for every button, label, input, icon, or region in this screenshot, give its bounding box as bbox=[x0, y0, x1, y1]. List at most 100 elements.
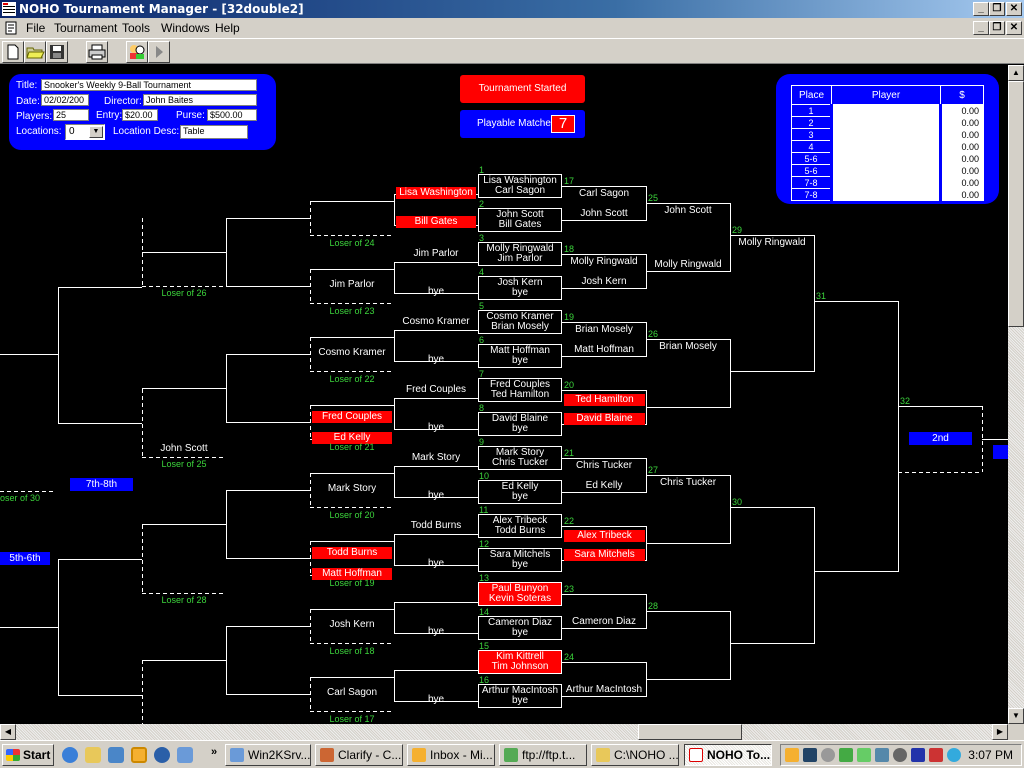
player-name[interactable]: Arthur MacIntosh bbox=[562, 684, 646, 695]
outlook-icon[interactable] bbox=[131, 747, 147, 763]
player-cell[interactable] bbox=[830, 104, 942, 117]
match-box[interactable]: Molly Ringwald Jim Parlor bbox=[478, 242, 562, 266]
player-name[interactable]: bye bbox=[479, 288, 561, 298]
print-button[interactable] bbox=[86, 41, 108, 63]
player-name[interactable]: Ted Hamilton bbox=[479, 390, 561, 400]
menu-windows[interactable]: Windows bbox=[161, 21, 210, 35]
player-name[interactable]: Brian Mosely bbox=[646, 341, 730, 352]
player-name[interactable]: bye bbox=[394, 626, 478, 637]
player-name[interactable]: Josh Kern bbox=[562, 276, 646, 287]
tray-user-icon[interactable] bbox=[821, 748, 835, 762]
tournament-started-button[interactable]: Tournament Started bbox=[460, 75, 585, 103]
amount-cell[interactable]: 0.00 bbox=[939, 176, 984, 189]
menu-file[interactable]: File bbox=[26, 21, 45, 35]
player-name[interactable]: John Scott bbox=[562, 208, 646, 219]
match-player-bar[interactable]: Todd Burns bbox=[312, 547, 392, 559]
player-cell[interactable] bbox=[830, 140, 942, 153]
menu-tools[interactable]: Tools bbox=[122, 21, 150, 35]
player-cell[interactable] bbox=[830, 128, 942, 141]
player-name[interactable]: Brian Mosely bbox=[562, 324, 646, 335]
task-win2ksrv[interactable]: Win2KSrv... bbox=[225, 744, 311, 766]
menu-tournament[interactable]: Tournament bbox=[54, 21, 117, 35]
task-clarify[interactable]: Clarify - C... bbox=[315, 744, 403, 766]
player-name[interactable]: Mark Story bbox=[394, 452, 478, 463]
restore-button[interactable]: ❐ bbox=[989, 2, 1005, 16]
player-name[interactable]: Ed Kelly bbox=[562, 480, 646, 491]
match-box[interactable]: Lisa Washington Carl Sagon bbox=[478, 174, 562, 198]
player-name[interactable]: Kevin Soteras bbox=[479, 594, 561, 604]
players-field[interactable]: 25 bbox=[53, 109, 89, 121]
tray-network-icon[interactable] bbox=[803, 748, 817, 762]
player-name[interactable]: Chris Tucker bbox=[479, 458, 561, 468]
scroll-up-button[interactable]: ▲ bbox=[1008, 65, 1024, 81]
match-box[interactable]: Cosmo Kramer Brian Mosely bbox=[478, 310, 562, 334]
amount-cell[interactable]: 0.00 bbox=[939, 128, 984, 141]
player-name[interactable]: Mark Story bbox=[310, 483, 394, 494]
player-name[interactable]: bye bbox=[479, 492, 561, 502]
player-name[interactable]: Cosmo Kramer bbox=[394, 316, 478, 327]
player-name[interactable]: Carl Sagon bbox=[562, 188, 646, 199]
match-box[interactable]: Cameron Diaz bye bbox=[478, 616, 562, 640]
match-box[interactable]: Mark Story Chris Tucker bbox=[478, 446, 562, 470]
explorer-folder-icon[interactable] bbox=[85, 747, 101, 763]
player-name[interactable]: Brian Mosely bbox=[479, 322, 561, 332]
match-box[interactable]: Ed Kelly bye bbox=[478, 480, 562, 504]
player-name[interactable]: Jim Parlor bbox=[479, 254, 561, 264]
match-player-bar[interactable]: Bill Gates bbox=[396, 216, 476, 228]
locations-select[interactable]: 0 ▼ bbox=[65, 124, 105, 140]
match-box[interactable]: David Blaine bye bbox=[478, 412, 562, 436]
document-icon[interactable] bbox=[4, 21, 18, 35]
player-name[interactable]: Molly Ringwald bbox=[730, 237, 814, 248]
child-restore-button[interactable]: ❐ bbox=[989, 21, 1005, 35]
start-button[interactable]: Start bbox=[2, 744, 54, 766]
player-name[interactable]: Tim Johnson bbox=[479, 662, 561, 672]
player-name[interactable]: bye bbox=[479, 424, 561, 434]
player-name[interactable]: bye bbox=[394, 286, 478, 297]
match-player-bar[interactable]: Fred Couples bbox=[312, 411, 392, 423]
player-cell[interactable] bbox=[830, 116, 942, 129]
tray-camera-icon[interactable] bbox=[875, 748, 889, 762]
player-cell[interactable] bbox=[830, 176, 942, 189]
match-box[interactable]: Alex Tribeck Todd Burns bbox=[478, 514, 562, 538]
player-name[interactable]: bye bbox=[479, 696, 561, 706]
outlook-express-icon[interactable] bbox=[108, 747, 124, 763]
amount-cell[interactable]: 0.00 bbox=[939, 152, 984, 165]
player-name[interactable]: Carl Sagon bbox=[479, 186, 561, 196]
match-box[interactable]: Fred Couples Ted Hamilton bbox=[478, 378, 562, 402]
task-noho-tournament[interactable]: NOHO To... bbox=[684, 744, 772, 766]
tray-calendar-icon[interactable] bbox=[929, 748, 943, 762]
menu-help[interactable]: Help bbox=[215, 21, 240, 35]
amount-cell[interactable]: 0.00 bbox=[939, 116, 984, 129]
tray-quicktime-icon[interactable] bbox=[947, 748, 961, 762]
player-name[interactable]: Todd Burns bbox=[394, 520, 478, 531]
date-field[interactable]: 02/02/200 bbox=[41, 94, 89, 106]
match-box[interactable]: Kim Kittrell Tim Johnson bbox=[478, 650, 562, 674]
save-button[interactable] bbox=[46, 41, 68, 63]
internet-explorer-icon[interactable] bbox=[62, 747, 78, 763]
child-close-button[interactable]: ✕ bbox=[1006, 21, 1022, 35]
player-name[interactable]: Matt Hoffman bbox=[562, 344, 646, 355]
player-name[interactable]: John Scott bbox=[142, 443, 226, 454]
player-name[interactable]: Molly Ringwald bbox=[562, 256, 646, 267]
director-field[interactable]: John Baites bbox=[143, 94, 257, 106]
vertical-scroll-thumb[interactable] bbox=[1008, 81, 1024, 327]
player-name[interactable]: Bill Gates bbox=[479, 220, 561, 230]
amount-cell[interactable]: 0.00 bbox=[939, 164, 984, 177]
player-name[interactable]: Todd Burns bbox=[479, 526, 561, 536]
player-name[interactable]: Josh Kern bbox=[310, 619, 394, 630]
player-name[interactable]: Fred Couples bbox=[394, 384, 478, 395]
player-name[interactable]: bye bbox=[394, 422, 478, 433]
match-box[interactable]: Paul Bunyon Kevin Soteras bbox=[478, 582, 562, 606]
player-name[interactable]: bye bbox=[394, 490, 478, 501]
minimize-button[interactable]: _ bbox=[973, 2, 989, 16]
match-player-bar[interactable]: Ted Hamilton bbox=[564, 394, 645, 406]
match-box[interactable]: Arthur MacIntosh bye bbox=[478, 684, 562, 708]
location-desc-field[interactable]: Table bbox=[180, 125, 248, 139]
new-file-button[interactable] bbox=[2, 41, 24, 63]
tray-outlook-icon[interactable] bbox=[785, 748, 799, 762]
horizontal-scroll-thumb[interactable] bbox=[638, 724, 742, 740]
scroll-left-button[interactable]: ◀ bbox=[0, 724, 16, 740]
match-player-bar[interactable]: David Blaine bbox=[564, 413, 645, 425]
task-noho-folder[interactable]: C:\NOHO ... bbox=[591, 744, 679, 766]
players-button[interactable] bbox=[126, 41, 148, 63]
